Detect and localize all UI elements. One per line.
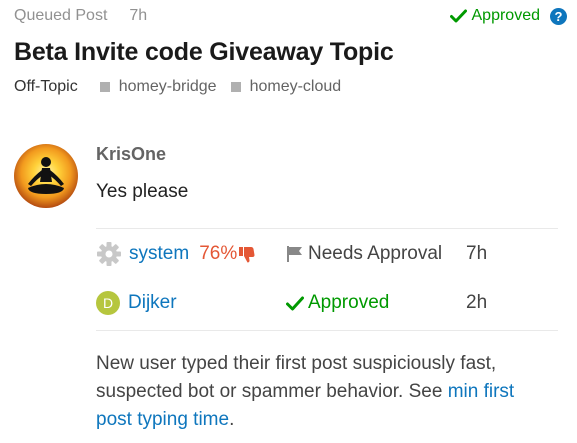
- check-icon: [449, 9, 467, 23]
- divider: [96, 228, 558, 229]
- divider: [96, 330, 558, 331]
- review-time: 7h: [466, 243, 488, 264]
- tag-label: homey-cloud: [249, 78, 342, 95]
- queued-post-label: Queued Post: [14, 7, 108, 24]
- topic-meta: Off-Topic homey-bridge homey-cloud: [14, 78, 355, 96]
- explanation-text: New user typed their first post suspicio…: [96, 353, 497, 402]
- topic-title[interactable]: Beta Invite code Giveaway Topic: [14, 38, 394, 67]
- reviewer-dijker-link[interactable]: Dijker: [128, 292, 177, 314]
- reviewer-system-link[interactable]: system: [129, 243, 189, 265]
- status-badge: Approved: [449, 7, 541, 25]
- flag-explanation: New user typed their first post suspicio…: [96, 350, 536, 434]
- review-time: 2h: [466, 292, 488, 313]
- flag-icon: [287, 246, 302, 262]
- check-icon: [286, 296, 304, 310]
- status-label: Approved: [471, 7, 541, 24]
- review-user: D Dijker: [96, 291, 286, 315]
- post-author[interactable]: KrisOne: [96, 144, 166, 165]
- queued-time: 7h: [129, 7, 148, 24]
- review-header: Queued Post 7h Approved ?: [14, 5, 567, 27]
- help-icon[interactable]: ?: [550, 7, 567, 25]
- review-row-system: system 76% Needs Approval 7h: [96, 239, 563, 269]
- action-label: Approved: [308, 292, 390, 313]
- action-label: Needs Approval: [308, 243, 443, 264]
- user-letter-avatar[interactable]: D: [96, 291, 120, 315]
- tag-label: homey-bridge: [118, 78, 217, 95]
- review-user: system 76%: [96, 241, 286, 267]
- meditation-avatar: [14, 144, 78, 208]
- thumbs-down-icon: [239, 246, 255, 262]
- score-value: 76%: [199, 243, 238, 264]
- category-link[interactable]: Off-Topic: [14, 78, 78, 96]
- tag-homey-bridge[interactable]: homey-bridge: [99, 78, 217, 96]
- tag-square-icon: [230, 82, 241, 92]
- post-body: Yes please: [96, 181, 189, 202]
- avatar[interactable]: [14, 144, 78, 208]
- review-action: Needs Approval: [286, 243, 466, 265]
- explanation-suffix: .: [229, 409, 235, 430]
- gear-icon: [97, 242, 121, 266]
- tag-homey-cloud[interactable]: homey-cloud: [230, 78, 342, 96]
- review-action: Approved: [286, 292, 466, 314]
- review-row-dijker: D Dijker Approved 2h: [96, 288, 563, 318]
- tag-square-icon: [99, 82, 110, 92]
